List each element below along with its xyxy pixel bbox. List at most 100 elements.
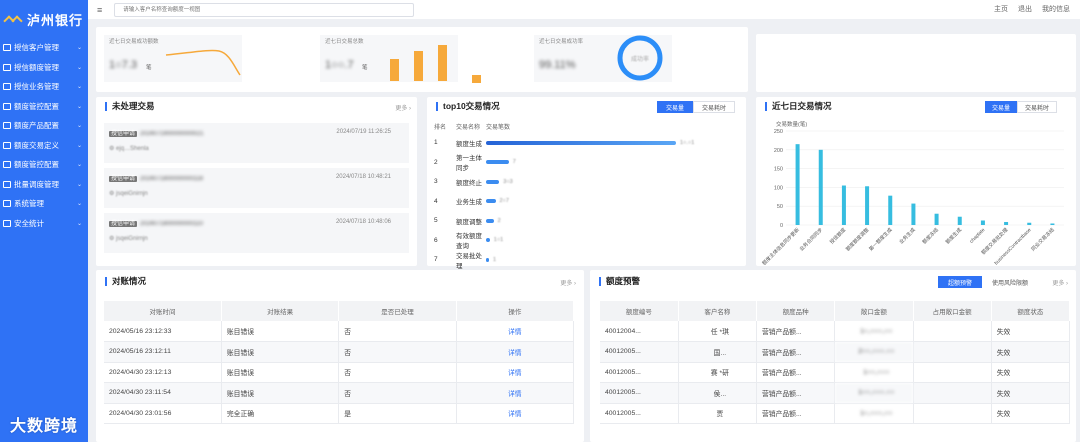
sidebar-item-5[interactable]: 额度交易定义 ⌄ [0,136,88,156]
table-cell: 失效 [991,362,1071,383]
table-cell: 营销产品额... [756,382,836,404]
user-icon: ⚙ [109,146,117,152]
pending-more-link[interactable]: 更多 › [395,103,411,112]
stat-value: 1○7.3 [109,59,138,71]
table-row: 2024/04/30 23:01:56 完全正确是详情 [104,403,575,424]
sidebar-item-8[interactable]: 系统管理 ⌄ [0,194,88,214]
x-tick-label: 业务合同同步 [798,226,824,252]
count-value: 1 [493,256,497,263]
count-value: 7 [512,159,516,166]
table-cell: 营销产品额... [756,403,836,424]
tab-latency[interactable]: 交易耗时 [1017,101,1057,113]
sidebar: 泸州银行 授信客户管理 ⌄ 授信额度管理 ⌄ 授信业务管理 ⌄ 额度管控配置 ⌄ 额度产品配置 ⌄… [0,0,88,442]
sidebar-item-3[interactable]: 额度管控配置 ⌄ [0,97,88,117]
rank: 2 [434,158,438,166]
txn-name: 额度调整 [456,218,482,226]
column-header: 是否已处理 [338,301,457,321]
count-value: 3○3 [503,178,513,185]
count-bar [486,199,496,204]
top10-row: 6 有效额度查询 1○1 [427,231,746,250]
sidebar-item-9[interactable]: 安全统计 ⌄ [0,214,88,234]
table-cell: 失效 [991,403,1071,424]
tab-over-limit[interactable]: 超额预警 [938,276,982,288]
menu-item-icon [3,161,11,169]
tab-latency[interactable]: 交易耗时 [693,101,735,113]
top-bar: ≡ 主页 退出 我的信息 [88,0,1080,19]
txn-tag: 授信申请 [109,131,138,137]
x-tick-label: 额度额度调整 [844,226,870,252]
menu-item-icon [3,102,11,110]
table-cell: 营销产品额... [756,362,836,383]
pending-item[interactable]: 授信申请 2024071800000000118 2024/07/18 10:48:… [104,168,409,208]
table-cell [913,362,992,383]
top10-row: 7 交易批处理 1 [427,250,746,270]
table-cell: 是 [338,403,457,424]
customer-search-input[interactable] [114,2,415,17]
pending-item[interactable]: 授信申请 2024071800000000110 2024/07/18 10:48:… [104,213,409,253]
menu-item-icon [3,200,11,208]
table-cell: 2024/04/30 23:12:13 [104,362,222,383]
recon-more-link[interactable]: 更多 › [560,278,576,287]
menu-toggle-icon[interactable]: ≡ [97,5,102,15]
sidebar-item-2[interactable]: 授信业务管理 ⌄ [0,77,88,97]
top10-row: 1 额度生成 1○.○1 [427,133,746,153]
detail-link[interactable]: 详情 [456,403,575,424]
count-bar [486,160,509,165]
sidebar-item-label: 额度交易定义 [14,140,59,150]
user-icon: ⚙ [109,236,117,242]
sidebar-item-label: 额度管控配置 [14,101,59,111]
home-link[interactable]: 主页 [994,4,1008,14]
detail-link[interactable]: 详情 [456,321,575,342]
table-cell [913,403,992,424]
x-tick-label: 第一额度生成 [867,226,893,252]
stat-title: 近七日交易成功率 [539,39,584,45]
tab-volume[interactable]: 交易量 [985,101,1017,113]
txn-customer-name: jsqeiGnirnjn [116,236,148,242]
rank: 3 [434,178,438,186]
table-cell: 否 [338,362,457,383]
table-cell: 2024/04/30 23:01:56 [104,403,222,424]
table-cell [913,341,992,363]
column-header: 客户名称 [678,301,758,321]
pending-item[interactable]: 授信申请 2024071900000000021 2024/07/19 11:26:… [104,123,409,163]
count-bar [486,140,676,145]
table-cell: 否 [338,382,457,404]
tab-volume[interactable]: 交易量 [657,101,693,113]
panel-title: 对账情况 [105,277,146,286]
detail-link[interactable]: 详情 [456,362,575,383]
stat-total-count: 近七日交易总数 1○○.7 笔 [320,35,481,83]
sidebar-item-label: 授信额度管理 [14,62,59,72]
total-bar-extra [472,75,481,83]
count-bar [486,218,494,223]
x-tick-label: 业务生成 [898,226,917,245]
sidebar-item-1[interactable]: 授信额度管理 ⌄ [0,58,88,78]
sidebar-item-7[interactable]: 批量调度管理 ⌄ [0,175,88,195]
sidebar-item-4[interactable]: 额度产品配置 ⌄ [0,116,88,136]
x-tick-label: 同业交易冻结 [1030,226,1056,252]
detail-link[interactable]: 详情 [456,382,575,404]
tab-risk-limit[interactable]: 使用风险限额 [985,276,1035,288]
txn-name: 业务生成 [456,199,482,207]
ring-label: 成功率 [631,55,649,63]
sidebar-item-6[interactable]: 额度管控配置 ⌄ [0,155,88,175]
pending-transactions-panel: 未处理交易 更多 › 授信申请 2024071900000000021 2024/0… [96,97,417,266]
warning-more-link[interactable]: 更多 › [1052,278,1068,287]
y-tick-label: 50 [777,204,783,210]
total-bars-sparkline [390,45,447,81]
stat-unit: 笔 [146,65,152,71]
table-cell: 1○○,○○○ [834,362,914,383]
logout-link[interactable]: 退出 [1018,4,1032,14]
sidebar-item-0[interactable]: 授信客户管理 ⌄ [0,38,88,58]
bar [934,213,939,225]
my-info-link[interactable]: 我的信息 [1042,4,1070,14]
table-cell: 40012005... [600,403,679,424]
top10-row: 4 业务生成 2○7 [427,192,746,212]
x-tick-label: 额度生成 [944,226,963,245]
rank: 4 [434,197,438,205]
detail-link[interactable]: 详情 [456,341,575,363]
column-header: 占用敞口金额 [913,301,992,321]
table-cell: 账目错误 [221,362,340,383]
txn-date: 2024/07/18 10:48:21 [335,174,391,180]
txn-customer: ⚙ ejq…Shenla [109,145,149,152]
col-rank: 排名 [434,125,447,131]
